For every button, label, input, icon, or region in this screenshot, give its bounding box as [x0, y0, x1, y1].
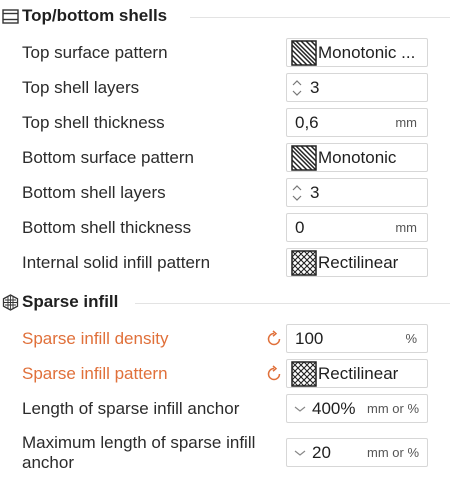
section-title: Top/bottom shells: [22, 6, 168, 25]
spinner-value: 3: [310, 77, 320, 97]
section-divider: [135, 303, 450, 304]
infill-hexagon-icon: [2, 293, 19, 311]
monotonic-pattern-icon: [291, 144, 317, 171]
field-label: Bottom shell layers: [22, 183, 166, 202]
field-label: Top surface pattern: [22, 43, 168, 62]
section-top-bottom-shells: Top/bottom shells: [0, 1, 450, 31]
row-sparse-infill-density: Sparse infill density 100 %: [0, 324, 450, 354]
unit-label: %: [405, 331, 417, 346]
field-label: Bottom surface pattern: [22, 148, 194, 167]
row-internal-solid-infill-pattern: Internal solid infill pattern Rectilinea…: [0, 248, 450, 278]
chevron-down-icon[interactable]: [293, 448, 307, 458]
section-title: Sparse infill: [22, 292, 119, 311]
field-label: Maximum length of sparse infill anchor: [22, 433, 256, 472]
field-label: Sparse infill density: [22, 329, 169, 348]
combo-value: Monotonic ...: [318, 42, 416, 62]
row-top-shell-layers: Top shell layers 3: [0, 73, 450, 103]
unit-label: mm or %: [367, 401, 419, 416]
spin-arrows-icon[interactable]: [290, 182, 304, 204]
sparse-infill-pattern-combo[interactable]: Rectilinear: [286, 359, 428, 388]
reset-arrow-icon[interactable]: [264, 329, 284, 349]
row-sparse-infill-pattern: Sparse infill pattern Rectilinear: [0, 359, 450, 389]
combo-value: 20: [312, 442, 331, 462]
field-label: Top shell thickness: [22, 113, 165, 132]
sparse-infill-anchor-combo[interactable]: 400% mm or %: [286, 394, 428, 423]
monotonic-pattern-icon: [291, 39, 317, 66]
bottom-shell-layers-spinner[interactable]: 3: [286, 178, 428, 207]
unit-label: mm: [395, 115, 417, 130]
rectilinear-pattern-icon: [291, 249, 317, 276]
unit-label: mm or %: [367, 445, 419, 460]
bottom-shell-thickness-input[interactable]: 0 mm: [286, 213, 428, 242]
input-value: 0,6: [295, 112, 319, 132]
spin-arrows-icon[interactable]: [290, 77, 304, 99]
max-sparse-infill-anchor-combo[interactable]: 20 mm or %: [286, 438, 428, 467]
top-shell-layers-spinner[interactable]: 3: [286, 73, 428, 102]
bottom-surface-pattern-combo[interactable]: Monotonic: [286, 143, 428, 172]
top-surface-pattern-combo[interactable]: Monotonic ...: [286, 38, 428, 67]
combo-value: Monotonic: [318, 147, 397, 167]
input-value: 100: [295, 328, 324, 348]
combo-value: Rectilinear: [318, 363, 399, 383]
internal-solid-infill-pattern-combo[interactable]: Rectilinear: [286, 248, 428, 277]
field-label: Top shell layers: [22, 78, 140, 97]
spinner-value: 3: [310, 182, 320, 202]
combo-value: 400%: [312, 398, 356, 418]
sparse-infill-density-input[interactable]: 100 %: [286, 324, 428, 353]
chevron-down-icon[interactable]: [293, 404, 307, 414]
section-sparse-infill: Sparse infill: [0, 287, 450, 317]
row-top-shell-thickness: Top shell thickness 0,6 mm: [0, 108, 450, 138]
field-label: Sparse infill pattern: [22, 364, 168, 383]
rectilinear-pattern-icon: [291, 360, 317, 387]
row-top-surface-pattern: Top surface pattern Monotonic ...: [0, 38, 450, 68]
row-max-sparse-infill-anchor: Maximum length of sparse infill anchor 2…: [0, 432, 450, 478]
row-bottom-shell-layers: Bottom shell layers 3: [0, 178, 450, 208]
field-label: Internal solid infill pattern: [22, 253, 211, 272]
top-shell-thickness-input[interactable]: 0,6 mm: [286, 108, 428, 137]
shell-layers-icon: [2, 8, 19, 25]
field-label: Length of sparse infill anchor: [22, 399, 240, 418]
row-bottom-surface-pattern: Bottom surface pattern Monotonic: [0, 143, 450, 173]
section-divider: [190, 17, 450, 18]
input-value: 0: [295, 217, 305, 237]
field-label: Bottom shell thickness: [22, 218, 192, 237]
reset-arrow-icon[interactable]: [264, 364, 284, 384]
row-bottom-shell-thickness: Bottom shell thickness 0 mm: [0, 213, 450, 243]
combo-value: Rectilinear: [318, 252, 399, 272]
row-sparse-infill-anchor: Length of sparse infill anchor 400% mm o…: [0, 394, 450, 424]
unit-label: mm: [395, 220, 417, 235]
